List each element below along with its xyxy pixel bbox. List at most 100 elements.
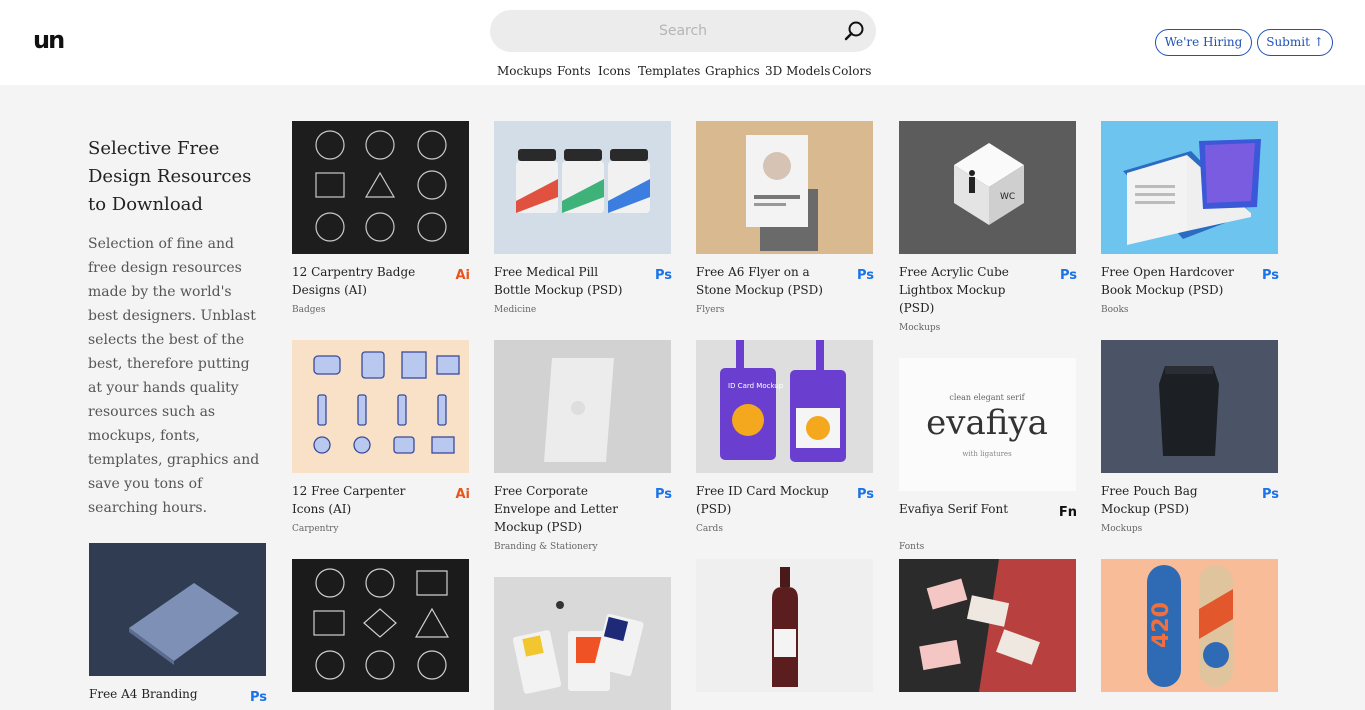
- card-thumbnail[interactable]: [89, 543, 266, 676]
- card-title[interactable]: Free Corporate Envelope and Letter Mocku…: [494, 482, 634, 536]
- resource-card[interactable]: Free Pouch Bag Mockup (PSD) Ps Mockups: [1101, 340, 1279, 534]
- hiring-button[interactable]: We're Hiring: [1155, 29, 1252, 56]
- card-title[interactable]: Free A6 Flyer on a Stone Mockup (PSD): [696, 263, 836, 299]
- flyer-stone-image: [746, 135, 818, 251]
- resource-card[interactable]: [899, 559, 1077, 692]
- card-thumbnail[interactable]: [696, 121, 873, 254]
- card-thumbnail[interactable]: WC: [899, 121, 1076, 254]
- ai-badge: Ai: [455, 487, 470, 502]
- resource-card[interactable]: 420: [1101, 559, 1279, 692]
- id-card-label: ID Card Mockup: [728, 382, 784, 390]
- resource-card[interactable]: ID Card Mockup Free ID Card Mockup (PSD)…: [696, 340, 874, 534]
- board-label: 420: [1149, 602, 1174, 648]
- resource-card[interactable]: Free Corporate Envelope and Letter Mocku…: [494, 340, 672, 552]
- card-thumbnail[interactable]: [899, 559, 1076, 692]
- card-category[interactable]: Badges: [292, 304, 325, 316]
- pill-bottles-image: [516, 149, 650, 213]
- craftman-badges-image: [313, 568, 450, 680]
- ps-badge: Ps: [856, 268, 874, 283]
- resource-card[interactable]: clean elegant serif evafiya with ligatur…: [899, 358, 1077, 552]
- card-title[interactable]: Free ID Card Mockup (PSD): [696, 482, 836, 518]
- card-thumbnail[interactable]: [696, 559, 873, 692]
- card-category[interactable]: Carpentry: [292, 523, 338, 535]
- resource-card[interactable]: WC Free Acrylic Cube Lightbox Mockup (PS…: [899, 121, 1077, 333]
- bottle-image: [772, 567, 798, 687]
- resource-card[interactable]: Free A6 Flyer on a Stone Mockup (PSD) Ps…: [696, 121, 874, 315]
- card-category[interactable]: Cards: [696, 523, 723, 535]
- resource-card[interactable]: 12 Carpentry Badge Designs (AI) Ai Badge…: [292, 121, 470, 315]
- search-bar: [490, 10, 876, 52]
- card-title[interactable]: Free A4 Branding: [89, 685, 229, 703]
- carpenter-icons-image: [313, 351, 460, 454]
- resource-card[interactable]: Free Medical Pill Bottle Mockup (PSD) Ps…: [494, 121, 672, 315]
- card-title[interactable]: 12 Free Carpenter Icons (AI): [292, 482, 432, 518]
- card-thumbnail[interactable]: [494, 121, 671, 254]
- card-title[interactable]: Free Medical Pill Bottle Mockup (PSD): [494, 263, 634, 299]
- nav-mockups[interactable]: Mockups: [497, 63, 552, 79]
- site-logo[interactable]: un: [33, 27, 65, 53]
- acrylic-cube-image: WC: [954, 143, 1024, 225]
- card-title[interactable]: Free Open Hardcover Book Mockup (PSD): [1101, 263, 1241, 299]
- card-thumbnail[interactable]: [494, 340, 671, 473]
- card-category[interactable]: Branding & Stationery: [494, 541, 598, 553]
- card-thumbnail[interactable]: [292, 121, 469, 254]
- card-category[interactable]: Medicine: [494, 304, 536, 316]
- card-thumbnail[interactable]: 420: [1101, 559, 1278, 692]
- card-title[interactable]: 12 Carpentry Badge Designs (AI): [292, 263, 432, 299]
- submit-button[interactable]: Submit ↑: [1257, 29, 1333, 56]
- fn-badge: Fn: [1058, 505, 1077, 520]
- category-nav: Mockups Fonts Icons Templates Graphics 3…: [0, 63, 1365, 79]
- card-thumbnail[interactable]: ID Card Mockup: [696, 340, 873, 473]
- ps-badge: Ps: [856, 487, 874, 502]
- pouch-bag-image: [1159, 366, 1219, 456]
- evafiya-font-image: clean elegant serif evafiya with ligatur…: [926, 393, 1048, 458]
- resource-card[interactable]: [494, 577, 672, 710]
- resource-card[interactable]: [292, 559, 470, 692]
- envelope-image: [544, 358, 614, 462]
- card-thumbnail[interactable]: [292, 559, 469, 692]
- ps-badge: Ps: [1261, 268, 1279, 283]
- card-thumbnail[interactable]: [1101, 340, 1278, 473]
- resource-card[interactable]: [696, 559, 874, 692]
- card-category[interactable]: Fonts: [899, 541, 924, 553]
- brochure-image: [129, 583, 239, 665]
- card-thumbnail[interactable]: clean elegant serif evafiya with ligatur…: [899, 358, 1076, 491]
- ps-badge: Ps: [1261, 487, 1279, 502]
- evafiya-bottom: with ligatures: [962, 450, 1012, 458]
- card-title[interactable]: Free Pouch Bag Mockup (PSD): [1101, 482, 1241, 518]
- ps-badge: Ps: [249, 690, 267, 705]
- nav-templates[interactable]: Templates: [638, 63, 700, 79]
- ps-badge: Ps: [654, 487, 672, 502]
- card-title[interactable]: Free Acrylic Cube Lightbox Mockup (PSD): [899, 263, 1039, 317]
- skateboard-image: 420: [1147, 565, 1233, 687]
- resource-card[interactable]: Free A4 Branding Ps: [89, 543, 267, 705]
- nav-icons[interactable]: Icons: [598, 63, 631, 79]
- card-thumbnail[interactable]: [1101, 121, 1278, 254]
- card-category[interactable]: Books: [1101, 304, 1129, 316]
- search-icon[interactable]: [843, 20, 865, 42]
- ps-badge: Ps: [1059, 268, 1077, 283]
- ps-badge: Ps: [654, 268, 672, 283]
- nav-graphics[interactable]: Graphics: [705, 63, 760, 79]
- search-input[interactable]: [490, 10, 876, 52]
- cube-label: WC: [1000, 192, 1015, 202]
- intro-title: Selective Free Design Resources to Downl…: [88, 138, 252, 215]
- card-thumbnail[interactable]: [494, 577, 671, 710]
- resource-card[interactable]: Free Open Hardcover Book Mockup (PSD) Ps…: [1101, 121, 1279, 315]
- nav-3d-models[interactable]: 3D Models: [765, 63, 830, 79]
- nav-colors[interactable]: Colors: [832, 63, 871, 79]
- nav-fonts[interactable]: Fonts: [557, 63, 591, 79]
- card-category[interactable]: Mockups: [1101, 523, 1142, 535]
- intro-text: Selection of fine and free design resour…: [88, 236, 260, 516]
- hardcover-book-image: [1123, 139, 1261, 245]
- ai-badge: Ai: [455, 268, 470, 283]
- hang-tags-image: [512, 601, 644, 694]
- card-category[interactable]: Flyers: [696, 304, 724, 316]
- card-thumbnail[interactable]: [292, 340, 469, 473]
- card-title[interactable]: Evafiya Serif Font: [899, 500, 1039, 518]
- card-category[interactable]: Mockups: [899, 322, 940, 334]
- business-cards-image: [899, 559, 1040, 692]
- site-header: un Mockups Fonts Icons Templates Graphic…: [0, 0, 1365, 85]
- id-cards-image: ID Card Mockup: [720, 340, 846, 462]
- resource-card[interactable]: 12 Free Carpenter Icons (AI) Ai Carpentr…: [292, 340, 470, 534]
